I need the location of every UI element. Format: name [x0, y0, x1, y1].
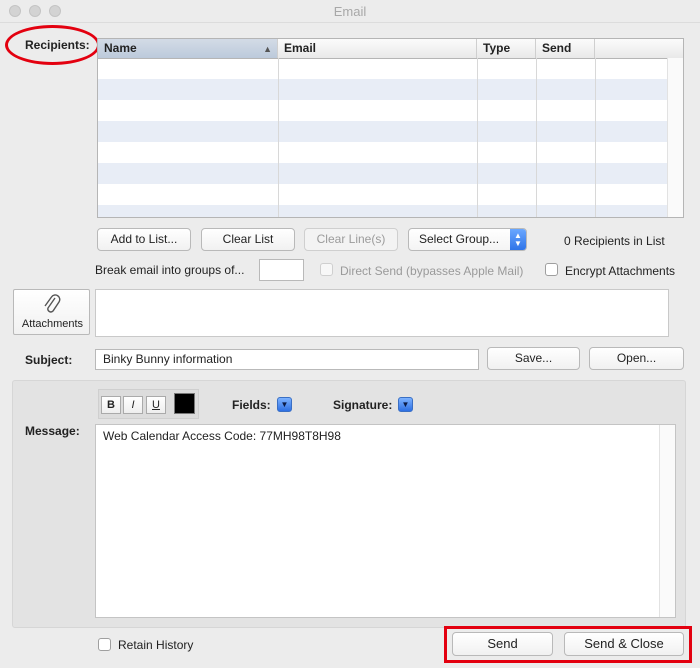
recipients-label: Recipients: [25, 38, 90, 52]
column-divider [477, 58, 478, 217]
message-body-input[interactable]: Web Calendar Access Code: 77MH98T8H98 [95, 424, 676, 618]
column-divider [595, 58, 596, 217]
paperclip-icon [44, 294, 61, 313]
column-header-type[interactable]: Type [477, 39, 536, 58]
text-color-swatch[interactable] [174, 393, 195, 414]
encrypt-attachments-checkbox[interactable] [545, 263, 558, 276]
fields-dropdown[interactable]: ▼ [277, 397, 292, 412]
message-scrollbar[interactable] [659, 425, 675, 617]
table-row[interactable] [98, 121, 669, 142]
add-to-list-button[interactable]: Add to List... [97, 228, 191, 251]
retain-history-checkbox[interactable] [98, 638, 111, 651]
subject-input[interactable]: Binky Bunny information [95, 349, 479, 370]
clear-list-button[interactable]: Clear List [201, 228, 295, 251]
subject-label: Subject: [25, 353, 73, 367]
sort-ascending-icon: ▲ [263, 44, 272, 54]
chevron-down-icon: ▼ [401, 400, 410, 409]
table-row[interactable] [98, 205, 669, 217]
column-header-name[interactable]: Name ▲ [98, 39, 278, 58]
table-row[interactable] [98, 163, 669, 184]
clear-lines-button[interactable]: Clear Line(s) [304, 228, 398, 251]
column-header-email[interactable]: Email [278, 39, 477, 58]
break-groups-label: Break email into groups of... [95, 263, 245, 277]
window-title: Email [333, 4, 367, 19]
signature-dropdown[interactable]: ▼ [398, 397, 413, 412]
title-bar: Email [0, 0, 700, 23]
retain-history-label: Retain History [118, 638, 194, 652]
dropdown-arrows-icon: ▲ ▼ [510, 229, 526, 250]
column-divider [536, 58, 537, 217]
message-label: Message: [25, 424, 80, 438]
chevron-down-icon: ▼ [280, 400, 289, 409]
encrypt-attachments-label: Encrypt Attachments [565, 264, 676, 278]
attachments-list[interactable] [95, 289, 669, 337]
open-button[interactable]: Open... [589, 347, 684, 370]
signature-label: Signature: [333, 398, 393, 412]
save-button[interactable]: Save... [487, 347, 580, 370]
column-divider [278, 58, 279, 217]
table-row[interactable] [98, 58, 669, 79]
direct-send-checkbox[interactable] [320, 263, 333, 276]
message-body-text: Web Calendar Access Code: 77MH98T8H98 [103, 429, 341, 443]
italic-button[interactable]: I [123, 396, 143, 414]
break-groups-input[interactable] [259, 259, 304, 281]
attachments-label: Attachments [21, 318, 84, 330]
attachments-button[interactable]: Attachments [13, 289, 90, 335]
column-header-send[interactable]: Send [536, 39, 595, 58]
table-row[interactable] [98, 184, 669, 205]
vertical-scrollbar[interactable] [667, 58, 683, 217]
select-group-dropdown[interactable]: Select Group... ▲ ▼ [408, 228, 527, 251]
table-row[interactable] [98, 79, 669, 100]
bold-button[interactable]: B [101, 396, 121, 414]
recipient-count: 0 Recipients in List [564, 234, 665, 248]
send-button[interactable]: Send [452, 632, 553, 656]
recipients-table[interactable]: Name ▲ Email Type Send [97, 38, 684, 218]
table-row[interactable] [98, 142, 669, 163]
fields-label: Fields: [232, 398, 271, 412]
table-header: Name ▲ Email Type Send [98, 39, 683, 59]
send-and-close-button[interactable]: Send & Close [564, 632, 684, 656]
table-row[interactable] [98, 100, 669, 121]
underline-button[interactable]: U [146, 396, 166, 414]
direct-send-label: Direct Send (bypasses Apple Mail) [340, 264, 524, 278]
